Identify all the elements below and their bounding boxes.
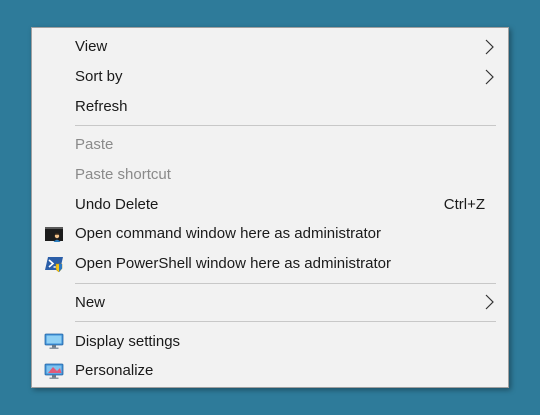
menu-item-sort-by[interactable]: Sort by xyxy=(32,62,508,92)
menu-item-view[interactable]: View xyxy=(32,32,508,62)
menu-item-personalize[interactable]: Personalize xyxy=(32,356,508,386)
menu-item-label: Sort by xyxy=(75,68,123,86)
desktop-context-menu: View Sort by Refresh Paste Paste shortcu… xyxy=(31,27,509,388)
chevron-right-icon xyxy=(485,294,494,310)
menu-item-label: Display settings xyxy=(75,332,181,350)
menu-item-label: Undo Delete xyxy=(75,195,159,213)
menu-separator xyxy=(75,321,496,323)
chevron-right-icon xyxy=(485,69,494,84)
menu-item-label: View xyxy=(75,38,108,56)
menu-item-label: Paste shortcut xyxy=(75,166,171,184)
menu-item-refresh[interactable]: Refresh xyxy=(32,91,508,121)
menu-item-label: Open PowerShell window here as administr… xyxy=(75,255,391,273)
command-prompt-icon xyxy=(45,226,63,242)
powershell-icon xyxy=(45,256,63,272)
menu-separator xyxy=(75,125,496,127)
personalize-icon xyxy=(44,363,64,379)
display-settings-icon xyxy=(44,333,64,350)
menu-item-label: New xyxy=(75,293,106,311)
menu-item-open-command-window-admin[interactable]: Open command window here as administrato… xyxy=(32,219,508,249)
chevron-right-icon xyxy=(485,39,494,55)
menu-item-undo-delete[interactable]: Undo Delete Ctrl+Z xyxy=(32,189,508,219)
menu-item-label: Open command window here as administrato… xyxy=(75,225,381,243)
menu-item-paste-shortcut[interactable]: Paste shortcut xyxy=(32,160,508,190)
menu-item-new[interactable]: New xyxy=(32,288,508,318)
menu-item-label: Personalize xyxy=(75,362,154,380)
menu-item-open-powershell-admin[interactable]: Open PowerShell window here as administr… xyxy=(32,249,508,279)
menu-item-label: Paste xyxy=(75,136,114,154)
menu-item-display-settings[interactable]: Display settings xyxy=(32,326,508,356)
menu-separator xyxy=(75,282,496,284)
menu-item-paste[interactable]: Paste xyxy=(32,130,508,160)
menu-item-shortcut: Ctrl+Z xyxy=(443,195,485,213)
menu-item-label: Refresh xyxy=(75,97,128,115)
